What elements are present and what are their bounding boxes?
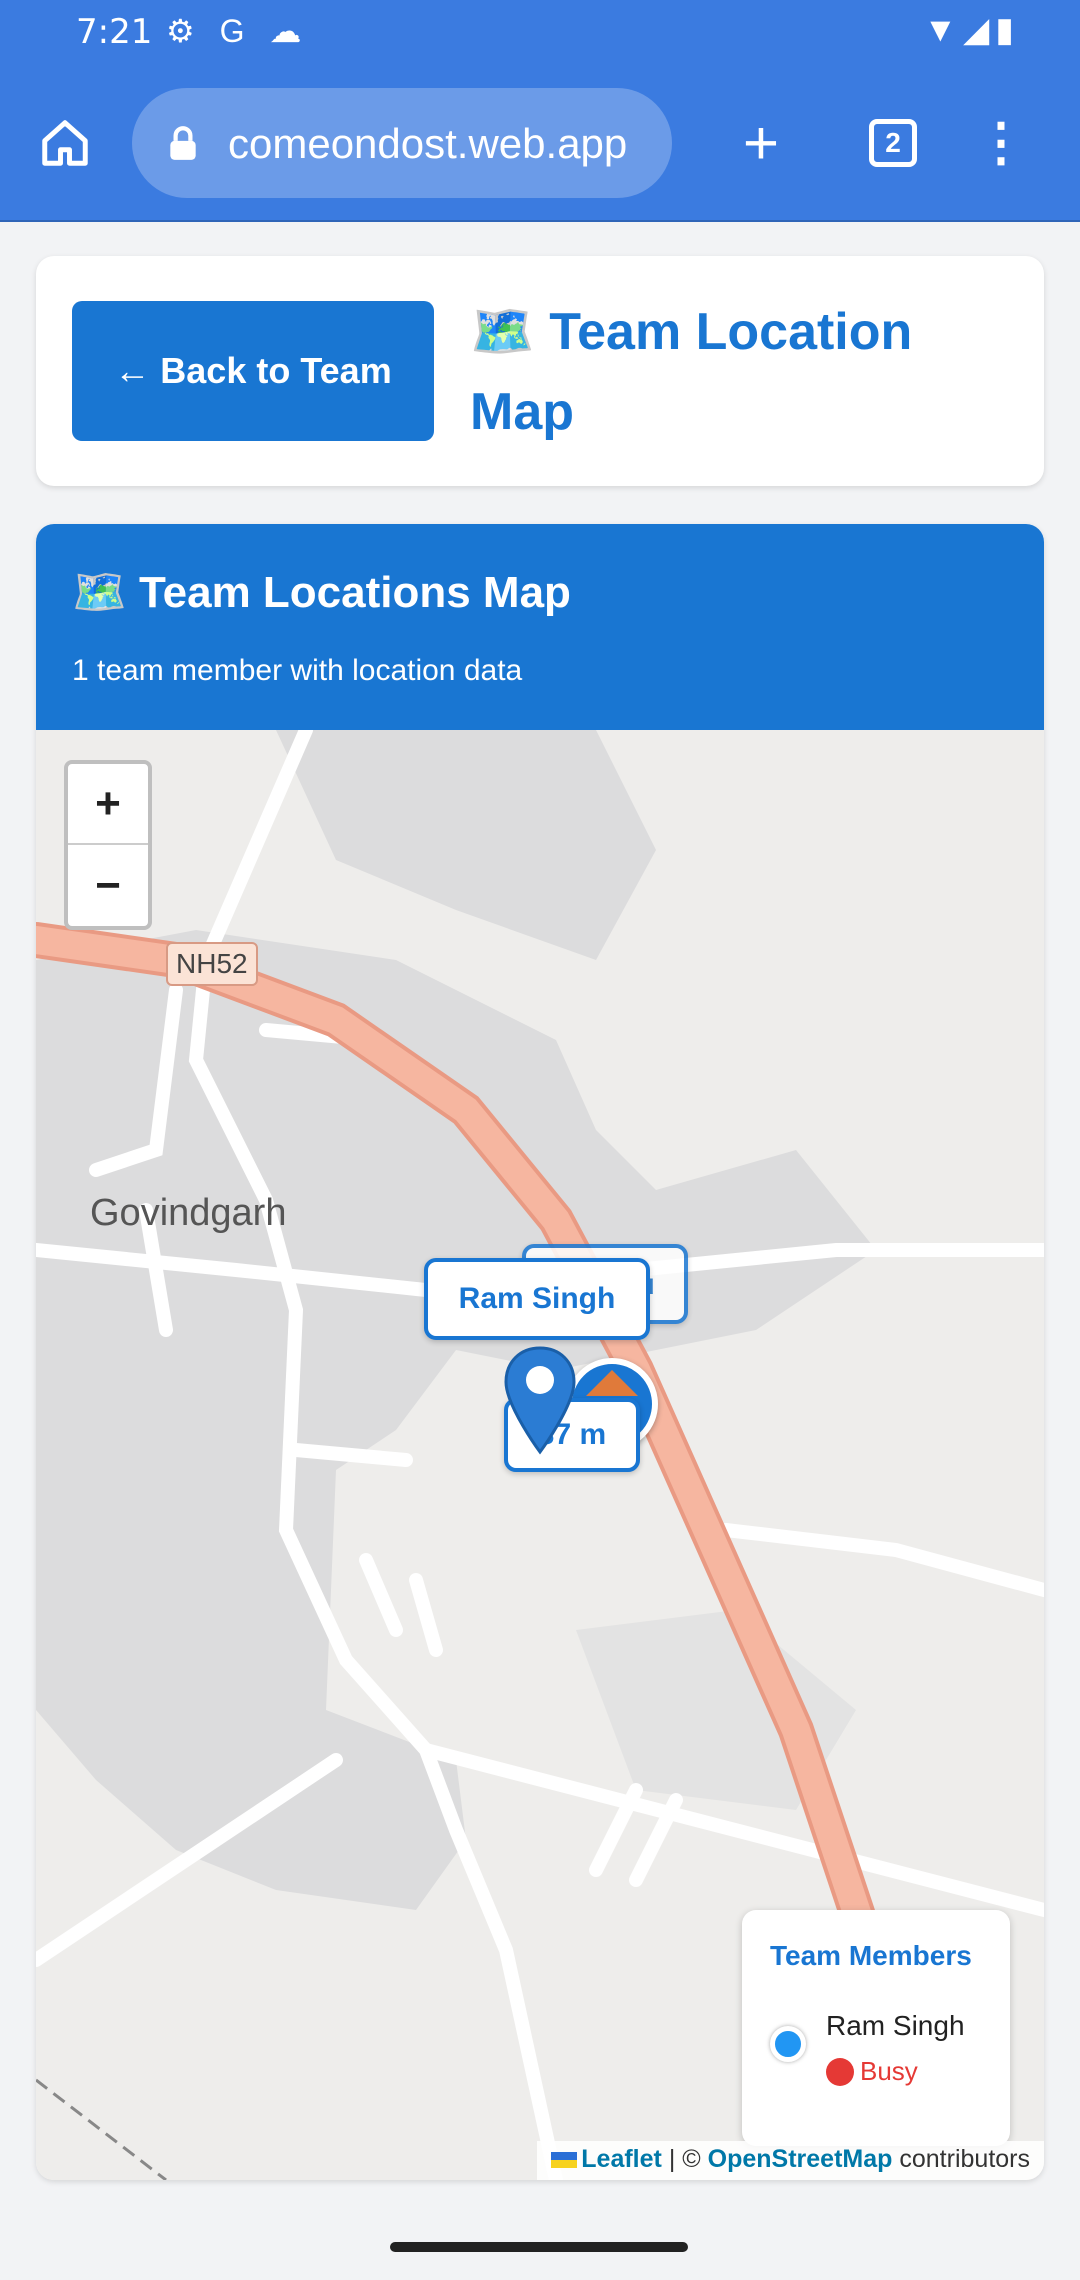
member-pin-icon[interactable] [502, 1344, 578, 1456]
legend-member-status: Busy [826, 2056, 918, 2087]
status-bar: 7:21 ⚙ G ☁ ▼◢▮ [0, 0, 1080, 72]
home-icon [42, 120, 88, 166]
url-text: comeondost.web.app [228, 120, 628, 167]
map-view[interactable]: + − NH52 Govindgarh 📍 You Ram Singh 37 m… [36, 730, 1044, 2180]
lock-icon [170, 126, 196, 160]
legend-member-name[interactable]: Ram Singh [826, 2010, 965, 2042]
status-system-icons: ▼◢▮ [923, 11, 1020, 49]
map-card: 🗺️ Team Locations Map 1 team member with… [36, 524, 1044, 2180]
zoom-control: + − [64, 760, 152, 930]
status-notification-icons: ⚙ G ☁ [166, 13, 310, 49]
legend-member-dot-icon [770, 2026, 806, 2062]
header-card: ← Back to Team 🗺️ Team Location Map [36, 256, 1044, 486]
osm-link[interactable]: OpenStreetMap [708, 2145, 893, 2173]
more-menu-button[interactable]: ⋮ [968, 110, 1034, 176]
status-time: 7:21 [76, 12, 153, 52]
tab-switcher-button[interactable]: 2 [860, 110, 926, 176]
map-card-header: 🗺️ Team Locations Map 1 team member with… [36, 524, 1044, 730]
system-nav-bar [0, 2212, 1080, 2280]
road-shield-label: NH52 [166, 942, 258, 986]
legend-title: Team Members [770, 1940, 972, 1971]
home-button[interactable] [32, 110, 98, 176]
page-title: 🗺️ Team Location Map [470, 303, 913, 441]
home-roof-icon [586, 1370, 638, 1396]
address-bar[interactable]: comeondost.web.app [132, 88, 672, 198]
home-gesture-handle[interactable] [390, 2242, 688, 2252]
leaflet-link[interactable]: Leaflet [581, 2145, 662, 2173]
back-to-team-button[interactable]: ← Back to Team [72, 301, 434, 441]
zoom-in-button[interactable]: + [68, 764, 148, 845]
member-label-ram-singh[interactable]: Ram Singh [424, 1258, 650, 1340]
attribution-suffix: contributors [899, 2145, 1030, 2173]
town-label: Govindgarh [90, 1192, 287, 1234]
new-tab-button[interactable]: + [728, 109, 794, 178]
map-card-title: 🗺️ Team Locations Map [72, 568, 571, 617]
map-card-subtitle: 1 team member with location data [72, 654, 523, 687]
team-legend: Team Members Ram Singh Busy [742, 1910, 1010, 2146]
browser-toolbar: comeondost.web.app + 2 ⋮ [0, 72, 1080, 222]
tab-count: 2 [869, 119, 917, 167]
attribution-separator: | © [668, 2145, 701, 2173]
busy-status-icon [826, 2057, 854, 2086]
zoom-out-button[interactable]: − [68, 845, 148, 926]
ukraine-flag-icon [551, 2152, 578, 2169]
legend-status-text: Busy [860, 2056, 918, 2086]
map-attribution: Leaflet | © OpenStreetMap contributors [537, 2141, 1044, 2180]
